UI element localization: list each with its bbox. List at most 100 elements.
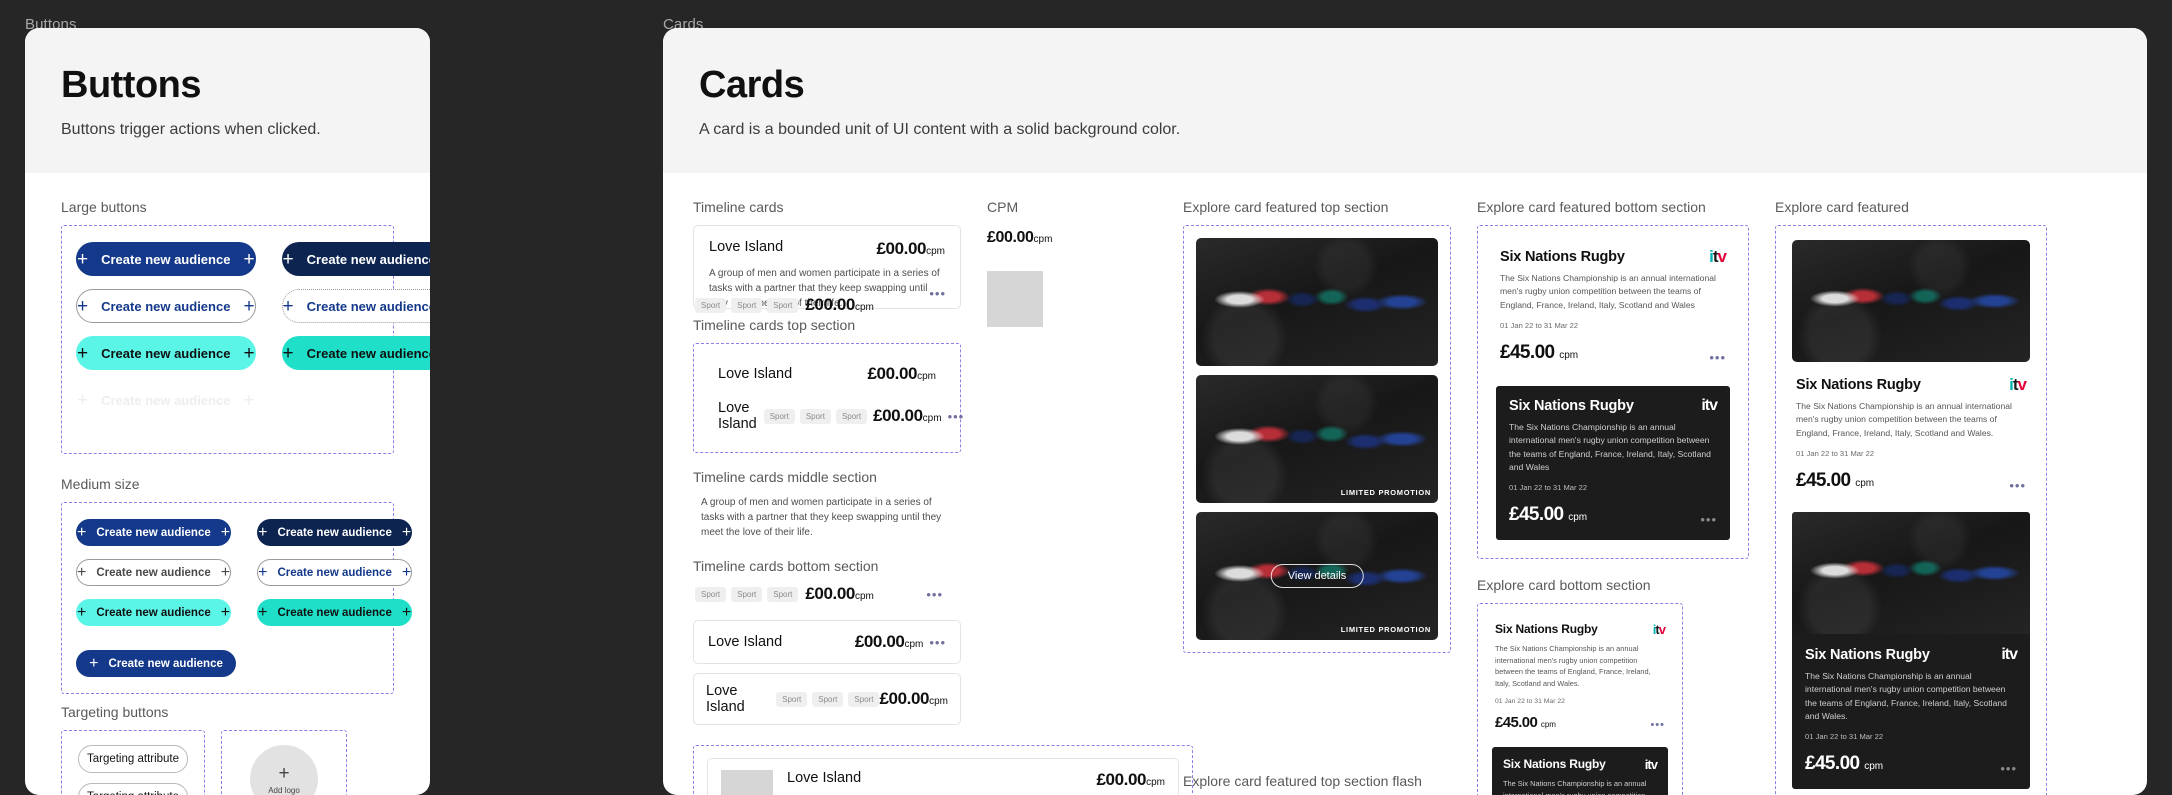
more-options-icon[interactable]: ••• — [926, 588, 943, 601]
design-system-canvas: Buttons Buttons Buttons trigger actions … — [0, 0, 2172, 795]
six-nations-card-light[interactable]: Six Nations Rugby itv The Six Nations Ch… — [1496, 240, 1730, 378]
six-nations-small-card-light[interactable]: Six Nations Rugby itv The Six Nations Ch… — [1492, 616, 1668, 741]
create-new-audience-button-navy-large[interactable]: + Create new audience + — [281, 242, 430, 276]
create-new-audience-button-outline-dark-medium[interactable]: + Create new audience + — [257, 559, 413, 586]
itv-logo-icon: itv — [2009, 376, 2027, 393]
explore-featured-card-dark[interactable]: Six Nations Rugby itv The Six Nations Ch… — [1792, 511, 2030, 790]
timeline-card-header: Love Island £00.00cpm — [709, 239, 945, 259]
create-new-audience-button-outline-dotted-large[interactable]: + Create new audience + — [281, 289, 430, 323]
card-description: The Six Nations Championship is an annua… — [1805, 670, 2007, 721]
more-options-icon[interactable]: ••• — [948, 410, 965, 423]
create-new-audience-button-cyan-alt-large[interactable]: + Create new audience + — [281, 336, 430, 370]
create-new-audience-button-primary-medium[interactable]: + Create new audience + — [76, 519, 232, 546]
price-value: £00.00 — [873, 406, 923, 425]
cards-page-title: Cards — [699, 64, 805, 106]
explore-featured-card-light[interactable]: Six Nations Rugby itv The Six Nations Ch… — [1792, 240, 2030, 504]
title-with-tags: Love Island Sport Sport Sport — [718, 400, 868, 432]
timeline-compact-card-1[interactable]: Love Island £00.00cpm ••• — [693, 620, 961, 664]
card-price: £00.00cpm — [867, 364, 936, 384]
section-label-explore-featured-top: Explore card featured top section — [1183, 199, 1389, 215]
create-new-audience-button-cyan-large[interactable]: + Create new audience + — [76, 336, 256, 370]
tag: Sport — [776, 691, 808, 707]
plus-icon: + — [220, 563, 231, 581]
create-new-audience-button-cyan-alt-medium[interactable]: + Create new audience + — [257, 599, 413, 626]
buttons-panel: Buttons Buttons trigger actions when cli… — [25, 28, 430, 795]
button-label: Create new audience — [306, 298, 430, 314]
limited-promotion-badge: LIMITED PROMOTION — [1340, 625, 1431, 634]
create-new-audience-button-outline-large[interactable]: + Create new audience + — [76, 289, 256, 323]
more-options-icon[interactable]: ••• — [1650, 720, 1665, 731]
timeline-top-row-1[interactable]: Love Island £00.00cpm — [704, 356, 950, 392]
card-price: £45.00 cpm — [1509, 504, 1587, 526]
price-unit: cpm — [1559, 349, 1579, 361]
itv-logo-v: v — [1650, 756, 1658, 772]
create-new-audience-button-primary-large[interactable]: + Create new audience + — [76, 242, 256, 276]
price-unit: cpm — [929, 696, 948, 707]
create-new-audience-button-primary-medium-wide[interactable]: + Create new audience — [76, 650, 236, 677]
tag-list: Sport Sport Sport — [776, 691, 880, 707]
create-new-audience-button-cyan-medium[interactable]: + Create new audience + — [76, 599, 232, 626]
timeline-top-section-group: Love Island £00.00cpm Love Island Sport … — [693, 343, 963, 453]
card-header: Six Nations Rugby itv — [1509, 396, 1718, 414]
card-title: Six Nations Rugby — [1509, 397, 1634, 414]
section-label-large-buttons: Large buttons — [61, 199, 147, 215]
more-options-icon[interactable]: ••• — [2000, 762, 2017, 775]
add-logo-button[interactable]: + Add logo — [250, 745, 318, 795]
section-label-targeting-buttons: Targeting buttons — [61, 704, 169, 720]
more-options-icon[interactable]: ••• — [1709, 351, 1726, 364]
timeline-compact-card-2[interactable]: Love Island Sport Sport Sport £00.00cpm — [693, 673, 961, 725]
itv-logo-icon: itv — [2001, 645, 2018, 663]
card-body: Six Nations Rugby itv The Six Nations Ch… — [1792, 633, 2030, 790]
card-price: £00.00cpm — [855, 632, 924, 652]
plus-icon: + — [77, 603, 87, 621]
price-unit: cpm — [1568, 512, 1588, 524]
tag: Sport — [695, 297, 727, 313]
price-unit: cpm — [1540, 720, 1556, 730]
tag: Sport — [767, 586, 799, 602]
explore-featured-bottom-column: Explore card featured bottom section Six… — [1477, 199, 1749, 795]
plus-icon: + — [220, 523, 231, 541]
create-new-audience-button-outline-medium[interactable]: + Create new audience + — [76, 559, 232, 586]
targeting-attribute-button-2[interactable]: Targeting attribute — [78, 783, 188, 795]
section-label-timeline-cards: Timeline cards — [693, 199, 784, 215]
thumb-card-header: Love Island £00.00cpm — [787, 770, 1165, 790]
section-label-timeline-bottom: Timeline cards bottom section — [693, 558, 879, 574]
medium-buttons-grid: + Create new audience + + Create new aud… — [76, 519, 413, 626]
tag-list: Sport Sport Sport — [695, 586, 799, 602]
explore-image-card-2[interactable]: LIMITED PROMOTION — [1196, 375, 1438, 503]
create-new-audience-button-navy-medium[interactable]: + Create new audience + — [257, 519, 413, 546]
price-unit: cpm — [926, 246, 945, 257]
card-dates: 01 Jan 22 to 31 Mar 22 — [1500, 320, 1579, 330]
button-label: Create new audience — [96, 566, 211, 579]
tags-and-price: Sport Sport Sport £00.00cpm — [695, 584, 874, 604]
price-unit: cpm — [854, 302, 874, 313]
price-value: £00.00 — [879, 689, 930, 708]
targeting-attribute-button-1[interactable]: Targeting attribute — [78, 745, 188, 773]
card-footer: £45.00 cpm ••• — [1805, 753, 2017, 775]
view-details-button[interactable]: View details — [1270, 564, 1364, 588]
button-label: Create new audience — [277, 606, 392, 619]
more-options-icon[interactable]: ••• — [929, 636, 946, 649]
card-price: £45.00 cpm — [1500, 342, 1578, 364]
timeline-thumb-card-1[interactable]: Love Island £00.00cpm A group of men and… — [707, 758, 1179, 795]
price-value: £00.00 — [805, 584, 855, 603]
more-options-icon[interactable]: ••• — [1700, 513, 1717, 526]
explore-image-card-1[interactable] — [1196, 238, 1438, 366]
itv-logo-v: v — [1709, 396, 1718, 414]
six-nations-small-card-dark[interactable]: Six Nations Rugby itv The Six Nations Ch… — [1492, 747, 1668, 795]
itv-logo-v: v — [2009, 645, 2018, 663]
timeline-top-row-2[interactable]: Love Island Sport Sport Sport £00.00cpm — [704, 392, 963, 440]
price-value: £00.00 — [987, 229, 1034, 246]
card-hero-image — [1792, 240, 2030, 362]
price-unit: cpm — [1033, 234, 1053, 245]
six-nations-card-dark[interactable]: Six Nations Rugby itv The Six Nations Ch… — [1496, 385, 1730, 541]
plus-icon: + — [243, 248, 255, 270]
explore-image-card-3[interactable]: View details LIMITED PROMOTION — [1196, 512, 1438, 640]
thumb-card-content: Love Island £00.00cpm A group of men and… — [787, 770, 1165, 795]
price-value: £00.00 — [867, 364, 918, 383]
more-options-icon[interactable]: ••• — [2009, 479, 2026, 492]
itv-logo-v: v — [1717, 247, 1728, 266]
button-label: Create new audience — [96, 606, 211, 619]
plus-icon: + — [89, 654, 99, 672]
price-value: £45.00 — [1500, 341, 1555, 363]
